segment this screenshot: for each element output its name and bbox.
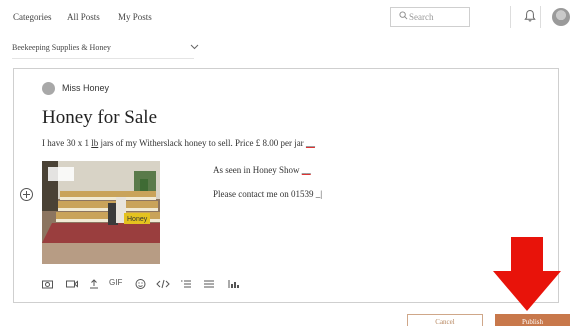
- add-block-button[interactable]: [20, 188, 33, 201]
- post-image[interactable]: Honey: [42, 161, 160, 264]
- publish-button[interactable]: Publish: [495, 314, 570, 326]
- search-icon: [399, 11, 408, 20]
- category-underline: [12, 58, 194, 59]
- search-input[interactable]: [409, 10, 467, 24]
- gif-icon[interactable]: GIF: [109, 278, 122, 287]
- avatar[interactable]: [552, 8, 570, 26]
- cancel-button[interactable]: Cancel: [407, 314, 483, 326]
- post-text-part: jars of my Witherslack honey to sell. Pr…: [98, 138, 306, 148]
- video-icon[interactable]: [66, 278, 78, 290]
- photo-sign-text: Honey: [127, 216, 148, 223]
- code-icon[interactable]: [156, 278, 170, 290]
- category-dropdown[interactable]: Beekeeping Supplies & Honey: [12, 40, 199, 56]
- chart-icon[interactable]: [228, 278, 240, 290]
- spellcheck-mark: __: [301, 165, 311, 175]
- category-selected-label: Beekeeping Supplies & Honey: [12, 43, 111, 52]
- search-box[interactable]: [390, 7, 470, 27]
- red-arrow-annotation: [493, 237, 561, 311]
- post-title[interactable]: Honey for Sale: [42, 107, 157, 129]
- nav-link-all-posts[interactable]: All Posts: [67, 12, 100, 22]
- chevron-down-icon: [190, 44, 199, 50]
- post-body-line-3[interactable]: Please contact me on 01539 _|: [213, 189, 322, 199]
- spellcheck-mark: __: [305, 138, 315, 148]
- nav-divider: [510, 6, 511, 28]
- camera-icon[interactable]: [42, 278, 53, 290]
- nav-link-categories[interactable]: Categories: [13, 12, 52, 22]
- post-body-line-1[interactable]: I have 30 x 1 lb jars of my Witherslack …: [42, 138, 315, 148]
- author-name: Miss Honey: [62, 83, 110, 93]
- post-text-part: I have 30 x 1: [42, 138, 92, 148]
- post-text-part: Please contact me on 01539: [213, 189, 316, 199]
- emoji-icon[interactable]: [135, 278, 146, 290]
- post-body-line-2[interactable]: As seen in Honey Show __: [213, 165, 311, 175]
- text-cursor: _|: [315, 189, 323, 199]
- nav-link-my-posts[interactable]: My Posts: [118, 12, 152, 22]
- list-icon[interactable]: [180, 278, 192, 290]
- honey-show-photo: Honey: [42, 161, 160, 264]
- align-icon[interactable]: [203, 278, 215, 290]
- post-text-part: As seen in Honey Show: [213, 165, 302, 175]
- top-navigation: Categories All Posts My Posts: [0, 0, 570, 34]
- nav-divider: [540, 6, 541, 28]
- author-avatar: [42, 82, 55, 95]
- bell-icon[interactable]: [524, 9, 536, 23]
- upload-icon[interactable]: [89, 278, 99, 290]
